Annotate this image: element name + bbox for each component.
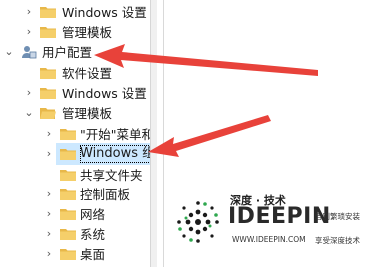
tree-item-label: 桌面 xyxy=(80,247,106,262)
tree-scrollbar[interactable] xyxy=(150,0,157,267)
tree-item-network[interactable]: › 网络 xyxy=(0,204,150,226)
folder-icon xyxy=(60,149,76,160)
tree-item-admin-templates-user[interactable]: ⌄ 管理模板 xyxy=(0,103,150,125)
folder-icon xyxy=(40,27,56,38)
tree-item-control-panel[interactable]: › 控制面板 xyxy=(0,184,150,206)
folder-open-icon xyxy=(40,108,56,119)
tree-item-software-settings[interactable]: 软件设置 xyxy=(0,63,150,85)
tree-item-label: 系统 xyxy=(80,227,106,242)
watermark-logo: 深度 · 技术 IDEEPIN WWW.IDEEPIN.COM 告别繁琐安装 享… xyxy=(170,190,375,260)
tree-item-label: 用户配置 xyxy=(42,45,93,60)
folder-icon xyxy=(40,7,56,18)
tree-item-admin-templates-computer[interactable]: › 管理模板 xyxy=(0,22,150,44)
navigation-tree: › Windows 设置 › 管理模板 ⌄ 用户配置 软件设置 › Window… xyxy=(0,0,156,267)
folder-icon xyxy=(60,209,76,220)
watermark-slogan-1: 告别繁琐安装 xyxy=(315,212,360,221)
chevron-right-icon[interactable]: › xyxy=(44,188,54,199)
tree-item-label: 管理模板 xyxy=(62,25,113,40)
tree-item-label: Windows 组 xyxy=(80,145,156,163)
tree-item-label: 网络 xyxy=(80,207,106,222)
tree-item-label: Windows 设置 xyxy=(62,5,147,20)
chevron-right-icon[interactable]: › xyxy=(24,6,34,17)
tree-item-windows-settings-computer[interactable]: › Windows 设置 xyxy=(0,2,150,24)
tree-item-desktop[interactable]: › 桌面 xyxy=(0,244,150,266)
tree-item-system[interactable]: › 系统 xyxy=(0,224,150,246)
chevron-right-icon[interactable]: › xyxy=(44,148,54,159)
tree-item-label: 控制面板 xyxy=(80,187,131,202)
tree-item-windows-components[interactable]: Windows 组 xyxy=(56,143,156,165)
folder-icon xyxy=(60,249,76,260)
deepin-logo-icon xyxy=(177,201,219,243)
folder-icon xyxy=(60,170,76,181)
watermark-slogan-2: 享受深度技术 xyxy=(315,236,360,245)
chevron-right-icon[interactable]: › xyxy=(24,87,34,98)
chevron-right-icon[interactable]: › xyxy=(24,26,34,37)
watermark-url: WWW.IDEEPIN.COM xyxy=(232,235,306,244)
user-config-icon xyxy=(22,46,37,59)
tree-item-windows-settings-user[interactable]: › Windows 设置 xyxy=(0,83,150,105)
chevron-right-icon[interactable]: › xyxy=(44,128,54,139)
folder-icon xyxy=(40,88,56,99)
tree-item-user-configuration[interactable]: ⌄ 用户配置 xyxy=(0,42,150,64)
chevron-right-icon[interactable]: › xyxy=(44,228,54,239)
tree-item-label: 软件设置 xyxy=(62,66,113,81)
chevron-right-icon[interactable]: › xyxy=(44,208,54,219)
chevron-down-icon[interactable]: ⌄ xyxy=(24,107,34,118)
folder-icon xyxy=(60,229,76,240)
tree-item-label: 管理模板 xyxy=(62,106,113,121)
chevron-right-icon[interactable]: › xyxy=(44,248,54,259)
folder-icon xyxy=(40,68,56,79)
folder-icon xyxy=(60,189,76,200)
tree-item-label: 共享文件夹 xyxy=(80,168,143,183)
folder-icon xyxy=(60,129,76,140)
tree-item-label: "开始"菜单和 xyxy=(80,127,154,142)
tree-item-label: Windows 设置 xyxy=(62,86,147,101)
chevron-down-icon[interactable]: ⌄ xyxy=(4,46,14,57)
